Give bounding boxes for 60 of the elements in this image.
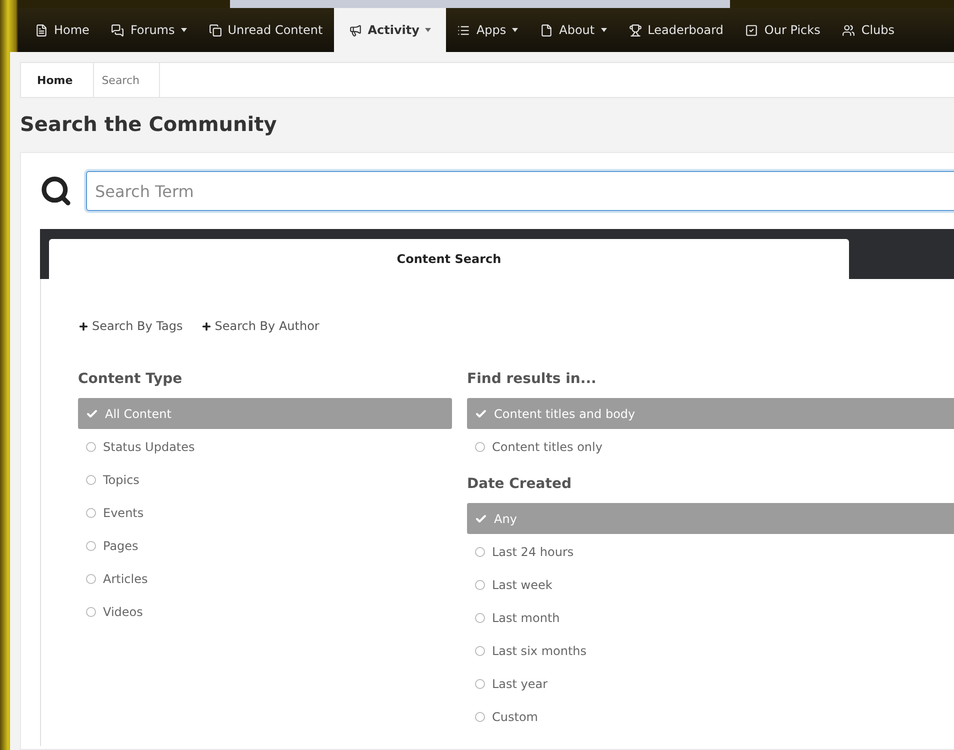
plus-icon [78, 320, 89, 332]
check-icon [475, 408, 487, 420]
radio-icon [475, 546, 485, 556]
check-icon [475, 512, 487, 524]
trophy-icon [628, 24, 642, 36]
list-icon [457, 24, 470, 36]
nav-tab[interactable]: Activity [334, 8, 446, 52]
filter-option[interactable]: Last 24 hours [467, 536, 954, 567]
page-title: Search the Community [20, 112, 278, 136]
nav-tab[interactable]: Clubs [831, 8, 906, 52]
search-tab[interactable]: Content Search [49, 239, 849, 279]
filter-option[interactable]: Articles [78, 563, 452, 594]
radio-icon [86, 540, 96, 550]
users-icon [842, 24, 856, 36]
plus-icon [200, 320, 212, 332]
filter-option[interactable]: Status Updates [78, 431, 452, 462]
nav-tab[interactable]: About [529, 8, 618, 52]
radio-icon [475, 442, 485, 452]
chat-bubbles-icon [111, 24, 124, 36]
filter-option[interactable]: Pages [78, 530, 452, 561]
filter-option[interactable]: Last month [467, 602, 954, 633]
filter-option[interactable]: Last week [467, 569, 954, 600]
search-icon [40, 175, 72, 207]
radio-icon [86, 474, 96, 484]
radio-icon [475, 678, 485, 688]
filter-option[interactable]: Content titles only [467, 431, 954, 462]
nav-tab[interactable]: Unread Content [198, 8, 334, 52]
nav-tab[interactable]: Forums [100, 8, 198, 52]
radio-icon [86, 574, 96, 584]
check-icon [86, 408, 98, 420]
filter-option[interactable]: Events [78, 497, 452, 528]
filter-option[interactable]: Last six months [467, 635, 954, 666]
filter-option[interactable]: Custom [467, 701, 954, 732]
radio-icon [475, 646, 485, 656]
filter-option[interactable]: Videos [78, 596, 452, 627]
checkbox-icon [745, 24, 758, 36]
radio-icon [475, 580, 485, 590]
nav-tab[interactable]: Home [24, 8, 100, 52]
filter-option[interactable]: Topics [78, 464, 452, 495]
document-icon [35, 24, 48, 36]
add-filter-link[interactable]: Search By Author [200, 319, 320, 333]
radio-icon [86, 508, 96, 518]
radio-icon [475, 612, 485, 622]
copy-icon [208, 24, 222, 36]
nav-tab[interactable]: Our Picks [734, 8, 832, 52]
megaphone-icon [348, 24, 362, 36]
add-filter-link[interactable]: Search By Tags [78, 319, 183, 333]
search-field[interactable]: Search Term [86, 171, 954, 211]
radio-icon [475, 712, 485, 722]
breadcrumb-link[interactable]: Home [21, 63, 94, 97]
breadcrumb-link[interactable]: Search [94, 63, 160, 97]
section-title: Content Type [78, 371, 184, 387]
radio-icon [86, 606, 96, 616]
nav-tab[interactable]: Leaderboard [618, 8, 734, 52]
section-title: Find results in... [467, 371, 598, 387]
nav-tab[interactable]: Apps [446, 8, 530, 52]
radio-icon [86, 442, 96, 452]
file-icon [540, 24, 554, 36]
section-title: Date Created [467, 476, 572, 492]
filter-option[interactable]: Last year [467, 668, 954, 699]
